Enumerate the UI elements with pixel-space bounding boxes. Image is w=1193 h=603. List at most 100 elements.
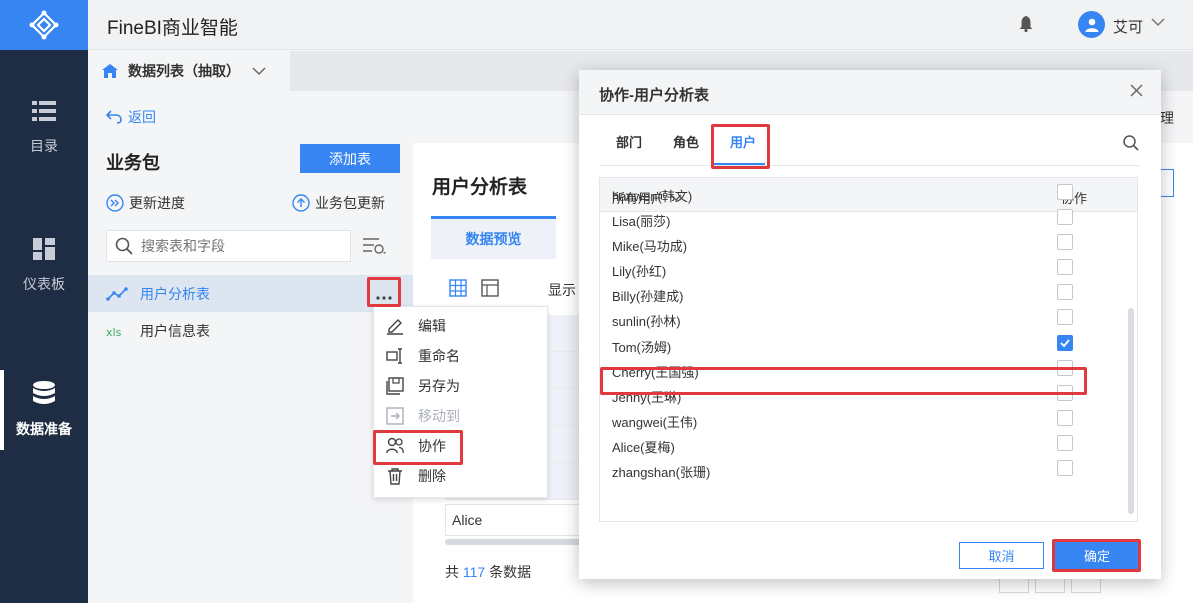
menu-item-delete[interactable]: 删除 xyxy=(386,461,446,491)
table-cell: Alice xyxy=(445,504,595,536)
move-icon xyxy=(386,407,404,425)
menu-item-label: 另存为 xyxy=(418,378,460,394)
tab-department[interactable]: 部门 xyxy=(616,132,642,151)
list-item[interactable]: Cherry(王国强) xyxy=(600,357,1125,382)
record-count-number: 117 xyxy=(462,564,486,580)
list-icon xyxy=(32,101,56,121)
grid-view-icon[interactable] xyxy=(449,279,467,297)
menu-item-save-as[interactable]: 另存为 xyxy=(386,371,460,401)
list-item[interactable]: Alice(夏梅) xyxy=(600,432,1125,457)
record-count-suffix: 条数据 xyxy=(489,564,532,580)
collaborate-checkbox[interactable] xyxy=(1057,184,1073,200)
layout-view-icon[interactable] xyxy=(481,279,499,297)
user-name[interactable]: 艾可 xyxy=(1113,16,1143,37)
nav-item-label: 目录 xyxy=(30,138,58,154)
collaborate-checkbox[interactable] xyxy=(1057,209,1073,225)
collaborate-checkbox[interactable] xyxy=(1057,284,1073,300)
line-chart-icon xyxy=(106,286,128,301)
xls-icon: xls xyxy=(106,326,122,338)
tab-user[interactable]: 用户 xyxy=(730,132,756,151)
list-item[interactable]: Lisa(丽莎) xyxy=(600,206,1125,231)
avatar[interactable] xyxy=(1078,11,1105,38)
dialog-title: 协作-用户分析表 xyxy=(599,87,709,104)
logo-icon xyxy=(29,10,59,40)
right-edge-text: 理 xyxy=(1160,110,1174,126)
user-name-label: sunlin(孙林) xyxy=(612,314,681,329)
nav-item-data-prep[interactable]: 数据准备 xyxy=(0,370,88,450)
tab-role[interactable]: 角色 xyxy=(673,132,699,151)
collaborate-checkbox[interactable] xyxy=(1057,385,1073,401)
app-logo[interactable] xyxy=(0,0,88,50)
menu-item-rename[interactable]: 重命名 xyxy=(386,341,460,371)
menu-item-label: 移动到 xyxy=(418,408,460,424)
table-item-user-analysis[interactable]: 用户分析表 xyxy=(88,275,413,312)
confirm-button[interactable]: 确定 xyxy=(1055,542,1139,569)
home-icon xyxy=(102,64,118,78)
menu-item-label: 删除 xyxy=(418,468,446,484)
package-update-link[interactable]: 业务包更新 xyxy=(292,193,385,213)
list-item[interactable]: Billy(孙建成) xyxy=(600,281,1125,306)
search-icon[interactable] xyxy=(1123,135,1139,151)
search-input[interactable] xyxy=(141,238,341,254)
package-update-label: 业务包更新 xyxy=(315,195,385,211)
list-item[interactable]: wangwei(王伟) xyxy=(600,407,1125,432)
tab-data-list[interactable]: 数据列表（抽取） xyxy=(88,51,290,91)
user-name-label: Lily(孙红) xyxy=(612,264,667,279)
list-item[interactable]: hanwen(韩文) xyxy=(600,181,1125,206)
list-item[interactable]: sunlin(孙林) xyxy=(600,306,1125,331)
search-box[interactable] xyxy=(106,230,351,262)
close-icon[interactable] xyxy=(1130,84,1143,97)
cancel-button[interactable]: 取消 xyxy=(959,542,1044,569)
table-item-user-info[interactable]: xls 用户信息表 xyxy=(88,312,413,349)
right-edge-button[interactable] xyxy=(1160,169,1174,197)
view-toolbar xyxy=(449,279,499,297)
display-label: 显示 xyxy=(548,282,576,298)
dashboard-icon xyxy=(33,238,55,260)
user-name-label: wangwei(王伟) xyxy=(612,415,698,430)
chevron-down-icon[interactable] xyxy=(1151,18,1165,27)
save-as-icon xyxy=(386,377,404,395)
user-icon xyxy=(1085,18,1098,32)
horizontal-scrollbar[interactable] xyxy=(445,539,595,545)
nav-item-dashboard[interactable]: 仪表板 xyxy=(0,226,88,306)
collaborate-checkbox[interactable] xyxy=(1057,335,1073,351)
trash-icon xyxy=(388,468,402,485)
back-arrow-icon xyxy=(106,110,122,124)
svg-text:xls: xls xyxy=(106,326,122,338)
search-icon xyxy=(115,237,133,255)
collaborate-checkbox[interactable] xyxy=(1057,435,1073,451)
content-title: 用户分析表 xyxy=(432,177,528,198)
list-item[interactable]: Jenny(王琳) xyxy=(600,382,1125,407)
table-item-label: 用户信息表 xyxy=(140,322,210,339)
collaborate-checkbox[interactable] xyxy=(1057,234,1073,250)
list-item[interactable]: Lily(孙红) xyxy=(600,256,1125,281)
list-item[interactable]: Mike(马功成) xyxy=(600,231,1125,256)
collaborate-checkbox[interactable] xyxy=(1057,360,1073,376)
add-table-button[interactable]: 添加表 xyxy=(300,144,400,173)
collaborate-checkbox[interactable] xyxy=(1057,309,1073,325)
list-item[interactable]: zhangshan(张珊) xyxy=(600,457,1125,482)
user-list: 所有用户 协作 hanwen(韩文) Lisa(丽莎) Mike(马功成) Lily(… xyxy=(599,177,1138,522)
tab-data-preview[interactable]: 数据预览 xyxy=(431,216,556,259)
user-name-label: hanwen(韩文) xyxy=(612,189,693,204)
update-progress-link[interactable]: 更新进度 xyxy=(106,193,185,213)
menu-item-edit[interactable]: 编辑 xyxy=(386,311,446,341)
database-icon xyxy=(33,381,55,404)
vertical-scrollbar[interactable] xyxy=(1128,308,1134,514)
chevron-down-icon[interactable] xyxy=(252,66,266,76)
menu-item-label: 编辑 xyxy=(418,318,446,334)
package-title: 业务包 xyxy=(106,153,160,173)
nav-item-catalog[interactable]: 目录 xyxy=(0,88,88,168)
menu-item-move-to: 移动到 xyxy=(386,401,460,431)
list-item[interactable]: Tom(汤姆) xyxy=(600,332,1125,357)
collaborate-checkbox[interactable] xyxy=(1057,259,1073,275)
menu-item-collaborate[interactable]: 协作 xyxy=(386,431,446,461)
collaborate-checkbox[interactable] xyxy=(1057,460,1073,476)
check-icon xyxy=(1060,339,1070,348)
collaborate-checkbox[interactable] xyxy=(1057,410,1073,426)
bell-icon[interactable] xyxy=(1019,16,1033,32)
main-nav: 目录 仪表板 数据准备 xyxy=(0,0,88,603)
back-link[interactable]: 返回 xyxy=(106,107,156,127)
filter-settings-icon[interactable] xyxy=(362,236,388,256)
user-name-label: zhangshan(张珊) xyxy=(612,465,711,480)
